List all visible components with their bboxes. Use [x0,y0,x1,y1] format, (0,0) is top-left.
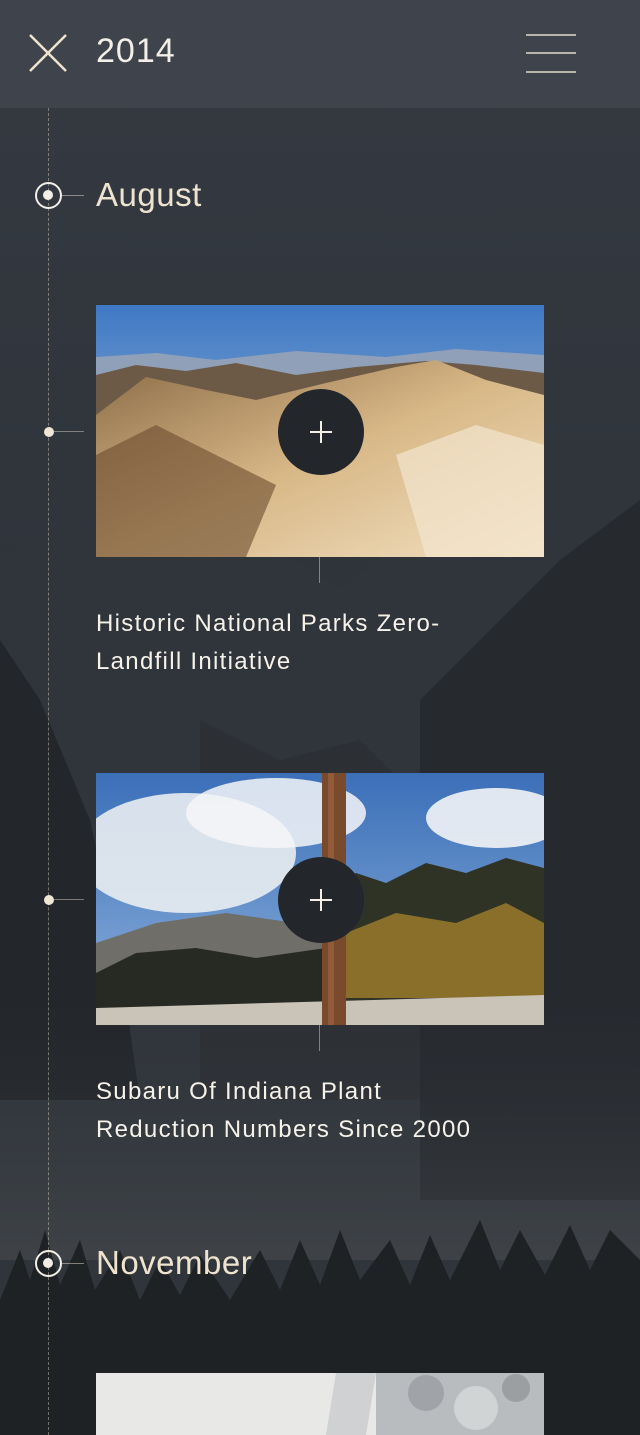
entry-photo-forest[interactable] [96,773,544,1025]
menu-button[interactable] [526,34,576,74]
month-label: August [96,176,202,213]
entry-title[interactable]: Historic National Parks Zero- Landfill I… [96,605,536,681]
close-icon [29,34,67,72]
close-button[interactable] [28,33,68,73]
month-marker-icon [35,182,62,209]
entry-photo-mountains[interactable] [96,305,544,557]
entry-title[interactable]: Subaru Of Indiana Plant Reduction Number… [96,1073,536,1149]
timeline-entry [0,1373,640,1435]
app-header: 2014 [0,0,640,108]
timeline-entry: Historic National Parks Zero- Landfill I… [0,305,640,685]
snow-photo [96,1373,544,1435]
entry-dot-icon [44,427,54,437]
hamburger-menu-icon [526,34,576,36]
entry-dot-icon [44,895,54,905]
entry-photo-snow[interactable] [96,1373,544,1435]
year-title: 2014 [96,32,176,70]
month-label: November [96,1244,253,1281]
month-heading-november: November [0,1242,640,1286]
timeline-entry: Subaru Of Indiana Plant Reduction Number… [0,773,640,1153]
expand-plus-button[interactable] [278,857,364,943]
month-heading-august: August [0,174,640,218]
month-marker-icon [35,1250,62,1277]
expand-plus-button[interactable] [278,389,364,475]
